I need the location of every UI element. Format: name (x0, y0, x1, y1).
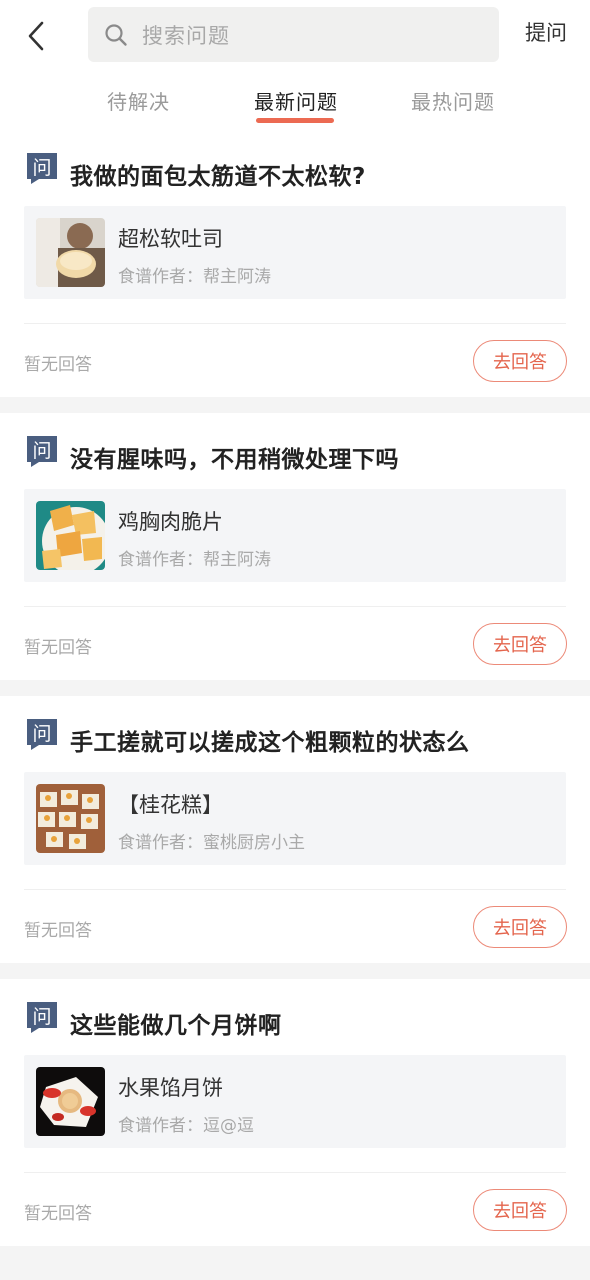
tab-bar: 待解决 最新问题 最热问题 (0, 82, 590, 128)
answer-status: 暂无回答 (24, 638, 92, 658)
search-placeholder: 搜索问题 (142, 23, 230, 48)
answer-button[interactable]: 去回答 (473, 623, 567, 665)
question-card[interactable]: 问 我做的面包太筋道不太松软? 超松软吐司 食谱作者：帮主阿涛 暂无回答 去回答 (0, 130, 590, 397)
recipe-thumbnail (36, 1067, 105, 1136)
recipe-link[interactable]: 超松软吐司 食谱作者：帮主阿涛 (24, 206, 566, 299)
question-card[interactable]: 问 没有腥味吗，不用稍微处理下吗 鸡胸肉脆片 食谱作者：帮主阿涛 暂无回答 去回… (0, 413, 590, 680)
recipe-author: 食谱作者：逗@逗 (118, 1116, 254, 1136)
question-title[interactable]: 手工搓就可以搓成这个粗颗粒的状态么 (70, 723, 470, 757)
answer-status: 暂无回答 (24, 355, 92, 375)
search-icon (104, 22, 130, 48)
question-card[interactable]: 问 这些能做几个月饼啊 水果馅月饼 食谱作者：逗@逗 暂无回答 去回答 (0, 979, 590, 1246)
divider (24, 889, 566, 890)
recipe-author: 食谱作者：帮主阿涛 (118, 550, 271, 570)
top-bar: 搜索问题 提问 待解决 最新问题 最热问题 (0, 0, 590, 130)
recipe-name: 【桂花糕】 (118, 793, 223, 817)
active-tab-indicator (256, 118, 334, 123)
answer-button[interactable]: 去回答 (473, 1189, 567, 1231)
question-title[interactable]: 没有腥味吗，不用稍微处理下吗 (70, 440, 399, 474)
chevron-left-icon (28, 21, 44, 51)
recipe-name: 鸡胸肉脆片 (118, 510, 223, 534)
question-list: 问 我做的面包太筋道不太松软? 超松软吐司 食谱作者：帮主阿涛 暂无回答 去回答 (0, 130, 590, 1262)
ask-question-button[interactable]: 提问 (525, 17, 567, 47)
recipe-link[interactable]: 水果馅月饼 食谱作者：逗@逗 (24, 1055, 566, 1148)
svg-text:问: 问 (32, 157, 51, 179)
recipe-link[interactable]: 鸡胸肉脆片 食谱作者：帮主阿涛 (24, 489, 566, 582)
recipe-author: 食谱作者：蜜桃厨房小主 (118, 833, 305, 853)
question-title[interactable]: 这些能做几个月饼啊 (70, 1006, 282, 1040)
answer-button[interactable]: 去回答 (473, 340, 567, 382)
tab-pending[interactable]: 待解决 (107, 86, 170, 115)
back-button[interactable] (18, 14, 54, 58)
recipe-name: 水果馅月饼 (118, 1076, 223, 1100)
recipe-name: 超松软吐司 (118, 227, 223, 251)
svg-text:问: 问 (32, 1006, 51, 1028)
search-input[interactable]: 搜索问题 (88, 7, 499, 62)
question-card[interactable]: 问 手工搓就可以搓成这个粗颗粒的状态么 【桂花糕】 食谱作者：蜜桃厨房小主 暂无… (0, 696, 590, 963)
recipe-author: 食谱作者：帮主阿涛 (118, 267, 271, 287)
question-badge-icon: 问 (27, 1002, 57, 1033)
recipe-link[interactable]: 【桂花糕】 食谱作者：蜜桃厨房小主 (24, 772, 566, 865)
tab-hottest[interactable]: 最热问题 (411, 86, 495, 115)
recipe-thumbnail (36, 784, 105, 853)
question-badge-icon: 问 (27, 153, 57, 184)
recipe-thumbnail (36, 501, 105, 570)
answer-button[interactable]: 去回答 (473, 906, 567, 948)
question-badge-icon: 问 (27, 436, 57, 467)
question-badge-icon: 问 (27, 719, 57, 750)
recipe-thumbnail (36, 218, 105, 287)
divider (24, 1172, 566, 1173)
answer-status: 暂无回答 (24, 921, 92, 941)
answer-status: 暂无回答 (24, 1204, 92, 1224)
question-title[interactable]: 我做的面包太筋道不太松软? (70, 157, 366, 191)
svg-text:问: 问 (32, 440, 51, 462)
divider (24, 323, 566, 324)
divider (24, 606, 566, 607)
tab-latest[interactable]: 最新问题 (254, 86, 338, 115)
svg-text:问: 问 (32, 723, 51, 745)
